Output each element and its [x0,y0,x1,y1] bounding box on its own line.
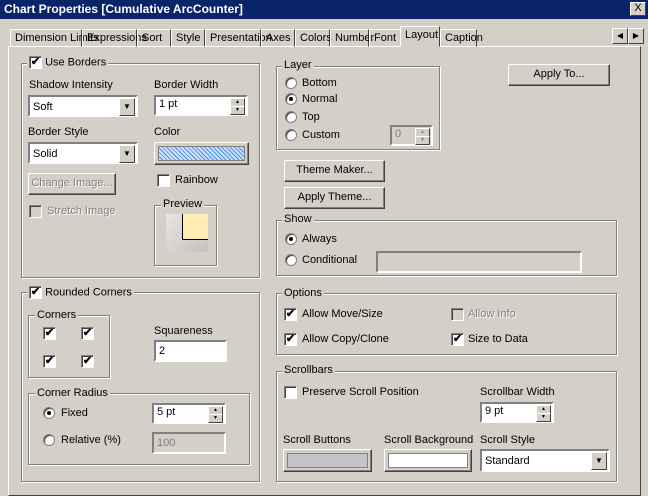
apply-to-button[interactable]: Apply To... [508,64,610,86]
border-width-label: Border Width [154,79,219,91]
tab-axes[interactable]: Axes [261,29,295,47]
corners-group [28,315,110,378]
spin-down-icon[interactable]: ▼ [230,106,245,115]
scroll-background-label: Scroll Background [384,434,474,446]
title-bar: Chart Properties [Cumulative ArcCounter] [0,0,648,19]
scroll-buttons-color-button[interactable] [283,449,372,472]
scrollbar-width-label: Scrollbar Width [480,386,555,398]
theme-maker-button[interactable]: Theme Maker... [284,160,385,182]
preserve-scroll-label: Preserve Scroll Position [302,386,419,398]
layer-custom-stepper[interactable]: 0 ▲ ▼ [390,125,433,146]
layer-custom-label: Custom [302,129,340,141]
relative-radius-input[interactable]: 100 [152,432,226,454]
show-always-radio[interactable] [285,233,297,245]
apply-theme-button[interactable]: Apply Theme... [284,187,385,209]
tab-presentation[interactable]: Presentation [205,29,272,47]
relative-label: Relative (%) [61,434,121,446]
fixed-radio[interactable] [43,407,55,419]
border-style-label: Border Style [28,126,89,138]
allow-move-label: Allow Move/Size [302,308,383,320]
tab-font[interactable]: Font [369,29,402,47]
tab-number[interactable]: Number [330,29,374,47]
scroll-style-select[interactable]: Standard ▼ [480,449,610,472]
border-color-button[interactable] [154,142,249,165]
close-button[interactable]: X [630,2,646,16]
border-style-select[interactable]: Solid ▼ [28,142,138,164]
stretch-image-label: Stretch Image [47,205,116,217]
allow-copy-checkbox[interactable]: ✔ [284,333,297,346]
use-borders-label: Use Borders [45,56,107,69]
corner-top-right-checkbox[interactable]: ✔ [81,327,94,340]
relative-radio[interactable] [43,434,55,446]
border-width-stepper[interactable]: 1 pt ▲ ▼ [154,95,248,116]
layer-legend: Layer [282,59,314,71]
allow-info-checkbox[interactable] [451,308,464,321]
preview-box [182,214,208,240]
corner-bottom-right-checkbox[interactable]: ✔ [81,355,94,368]
preview-legend: Preview [161,198,205,210]
spin-down-icon[interactable]: ▼ [208,414,223,423]
tab-scroll-left-icon[interactable]: ◀ [612,28,628,44]
rounded-corners-checkbox[interactable]: ✔ [29,286,42,299]
rainbow-label: Rainbow [175,174,218,186]
show-conditional-input[interactable] [376,251,582,273]
layer-bottom-radio[interactable] [285,77,297,89]
tab-caption[interactable]: Caption [440,29,483,47]
rounded-corners-legend: ✔ Rounded Corners [27,286,134,299]
show-always-label: Always [302,233,337,245]
corner-top-left-checkbox[interactable]: ✔ [43,327,56,340]
color-label: Color [154,126,181,138]
scrollbar-width-stepper[interactable]: 9 pt ▲ ▼ [480,402,554,423]
squareness-label: Squareness [154,325,213,337]
preserve-scroll-checkbox[interactable] [284,386,297,399]
use-borders-checkbox[interactable]: ✔ [29,56,42,69]
shadow-intensity-label: Shadow Intensity [29,79,113,91]
tab-colors[interactable]: Colors [295,29,332,47]
layer-normal-radio[interactable] [285,93,297,105]
corner-radius-legend: Corner Radius [35,387,110,399]
show-conditional-radio[interactable] [285,254,297,266]
allow-move-checkbox[interactable]: ✔ [284,308,297,321]
chevron-down-icon[interactable]: ▼ [119,145,135,163]
spin-down-icon[interactable]: ▼ [415,136,430,145]
show-legend: Show [282,213,314,225]
window-title: Chart Properties [Cumulative ArcCounter] [4,2,243,16]
fixed-label: Fixed [61,407,88,419]
shadow-intensity-select[interactable]: Soft ▼ [28,95,138,117]
use-borders-legend: ✔ Use Borders [27,56,109,69]
layer-bottom-label: Bottom [302,77,337,89]
tab-expressions[interactable]: Expressions [82,29,147,47]
allow-info-label: Allow Info [468,308,516,320]
layer-top-radio[interactable] [285,111,297,123]
chevron-down-icon[interactable]: ▼ [591,452,607,470]
scroll-style-label: Scroll Style [480,434,536,446]
scroll-buttons-label: Scroll Buttons [283,434,351,446]
layer-top-label: Top [302,111,320,123]
change-image-button[interactable]: Change Image... [28,173,116,195]
options-legend: Options [282,287,324,299]
chevron-down-icon[interactable]: ▼ [119,98,135,116]
show-conditional-label: Conditional [302,254,358,266]
tab-style[interactable]: Style [171,29,205,47]
squareness-input[interactable]: 2 [154,340,227,362]
tab-dimension-limits[interactable]: Dimension Limits [10,29,99,47]
scroll-background-color-button[interactable] [384,449,472,472]
layer-normal-label: Normal [302,93,338,105]
tab-layout[interactable]: Layout [400,26,440,47]
size-to-data-label: Size to Data [468,333,528,345]
tab-sort[interactable]: Sort [137,29,171,47]
options-group [276,293,617,355]
fixed-radius-stepper[interactable]: 5 pt ▲ ▼ [152,403,226,424]
corner-bottom-left-checkbox[interactable]: ✔ [43,355,56,368]
size-to-data-checkbox[interactable]: ✔ [451,333,464,346]
scrollbars-legend: Scrollbars [282,364,335,376]
allow-copy-label: Allow Copy/Clone [302,333,389,345]
spin-down-icon[interactable]: ▼ [536,413,551,422]
corners-legend: Corners [35,309,79,321]
layer-custom-radio[interactable] [285,129,297,141]
tab-scroll-right-icon[interactable]: ▶ [628,28,644,44]
rainbow-checkbox[interactable] [157,174,170,187]
rounded-corners-label: Rounded Corners [45,286,132,299]
stretch-image-checkbox[interactable] [29,205,42,218]
